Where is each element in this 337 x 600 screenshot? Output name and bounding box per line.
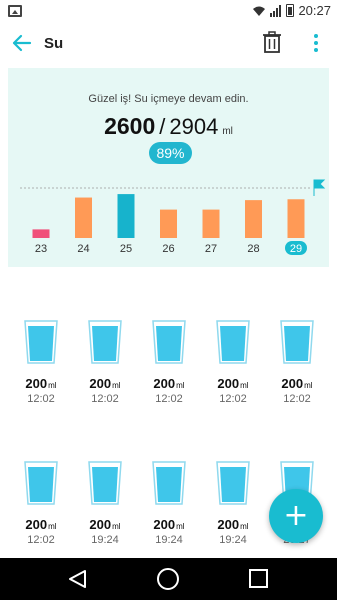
- drink-amount-unit: ml: [240, 522, 249, 531]
- drink-log-item[interactable]: 200ml 12:02: [139, 320, 199, 410]
- drink-time: 12:02: [219, 393, 247, 405]
- drink-log-item[interactable]: 200ml 12:02: [203, 320, 263, 410]
- app-bar: Su: [0, 24, 337, 64]
- percent-badge: 89%: [149, 142, 192, 164]
- drink-log-item[interactable]: 200ml 12:02: [75, 320, 135, 410]
- drink-amount-value: 200: [217, 517, 240, 532]
- drink-time: 19:24: [155, 534, 183, 546]
- drink-amount-value: 200: [153, 517, 176, 532]
- drink-amount-unit: ml: [112, 381, 121, 390]
- water-glass-icon: [152, 320, 186, 364]
- chart-bar-29[interactable]: [287, 199, 305, 238]
- water-glass-icon: [88, 320, 122, 364]
- drink-log-item[interactable]: 200ml 19:24: [203, 461, 263, 551]
- chart-tick-label: 25: [120, 243, 132, 255]
- page-title: Su: [44, 35, 64, 52]
- chart-bar-23[interactable]: [32, 229, 50, 238]
- chart-bar-27[interactable]: [202, 209, 220, 238]
- intake-goal: 2904: [169, 114, 219, 139]
- water-glass-icon: [24, 320, 58, 364]
- intake-amount: 2600/2904 ml: [8, 113, 329, 140]
- encouragement-message: Güzel iş! Su içmeye devam edin.: [88, 93, 249, 105]
- chart-bar-28[interactable]: [245, 200, 262, 238]
- chart-tick-label: 28: [247, 243, 259, 255]
- nav-recent-apps-icon[interactable]: [249, 569, 268, 588]
- drink-time: 19:24: [219, 534, 247, 546]
- intake-unit: ml: [222, 126, 233, 137]
- water-glass-icon: [24, 461, 58, 505]
- wifi-icon: [253, 6, 266, 16]
- image-notification-icon: [8, 5, 22, 17]
- chart-tick-label: 27: [205, 243, 217, 255]
- drink-log-item[interactable]: 200ml 12:02: [11, 320, 71, 410]
- drink-amount-unit: ml: [112, 522, 121, 531]
- drink-amount: 200ml: [139, 517, 199, 532]
- drink-amount: 200ml: [11, 376, 71, 391]
- nav-home-icon[interactable]: [157, 568, 179, 590]
- drink-amount: 200ml: [11, 517, 71, 532]
- drink-amount-unit: ml: [304, 381, 313, 390]
- drink-time: 12:02: [91, 393, 119, 405]
- weekly-chart[interactable]: 23 24 25 26 27 28 29: [8, 178, 329, 258]
- drink-log-item[interactable]: 200ml 19:24: [139, 461, 199, 551]
- drink-amount-value: 200: [153, 376, 176, 391]
- status-bar: 20:27: [0, 0, 337, 24]
- drink-log-item[interactable]: 200ml 12:02: [11, 461, 71, 551]
- drink-amount: 200ml: [267, 376, 327, 391]
- add-drink-button[interactable]: +: [269, 489, 323, 543]
- chart-tick-label: 29: [290, 243, 302, 255]
- chart-bar-26[interactable]: [160, 209, 177, 238]
- nav-back-icon[interactable]: [68, 570, 88, 588]
- drink-log-item[interactable]: 200ml 19:24: [75, 461, 135, 551]
- water-glass-icon: [280, 320, 314, 364]
- drink-amount: 200ml: [75, 517, 135, 532]
- battery-icon: [286, 4, 295, 17]
- status-icons: 20:27: [252, 3, 331, 18]
- water-glass-icon: [216, 320, 250, 364]
- drink-amount-value: 200: [25, 517, 48, 532]
- drink-amount-value: 200: [281, 376, 304, 391]
- delete-icon[interactable]: [262, 31, 282, 53]
- signal-icon: [270, 4, 282, 17]
- water-glass-icon: [88, 461, 122, 505]
- drink-time: 12:02: [27, 534, 55, 546]
- amount-separator: /: [159, 114, 166, 139]
- clock: 20:27: [298, 3, 331, 18]
- current-intake: 2600: [104, 113, 156, 139]
- water-glass-icon: [152, 461, 186, 505]
- drink-amount-value: 200: [89, 376, 112, 391]
- drink-log-item[interactable]: 200ml 12:02: [267, 320, 327, 410]
- drink-time: 12:02: [155, 393, 183, 405]
- back-arrow-icon[interactable]: [10, 32, 32, 54]
- drink-amount-value: 200: [89, 517, 112, 532]
- chart-svg: 23 24 25 26 27 28 29: [20, 179, 326, 255]
- water-glass-icon: [216, 461, 250, 505]
- more-options-icon[interactable]: [310, 32, 322, 54]
- chart-tick-label: 23: [35, 243, 47, 255]
- system-nav-bar: [0, 558, 337, 600]
- chart-tick-label: 24: [77, 243, 89, 255]
- drink-amount-unit: ml: [240, 381, 249, 390]
- drink-amount-unit: ml: [176, 522, 185, 531]
- drink-amount: 200ml: [139, 376, 199, 391]
- drink-time: 12:02: [283, 393, 311, 405]
- drink-amount-value: 200: [217, 376, 240, 391]
- drink-amount: 200ml: [75, 376, 135, 391]
- chart-bar-24[interactable]: [75, 197, 92, 238]
- drink-time: 19:24: [91, 534, 119, 546]
- drink-time: 12:02: [27, 393, 55, 405]
- drink-amount-unit: ml: [48, 381, 57, 390]
- drink-amount: 200ml: [203, 517, 263, 532]
- drink-amount-value: 200: [25, 376, 48, 391]
- chart-tick-label: 26: [162, 243, 174, 255]
- drink-amount: 200ml: [203, 376, 263, 391]
- goal-flag-icon: [313, 179, 326, 196]
- drink-amount-unit: ml: [48, 522, 57, 531]
- chart-bar-25[interactable]: [117, 194, 135, 238]
- drink-amount-unit: ml: [176, 381, 185, 390]
